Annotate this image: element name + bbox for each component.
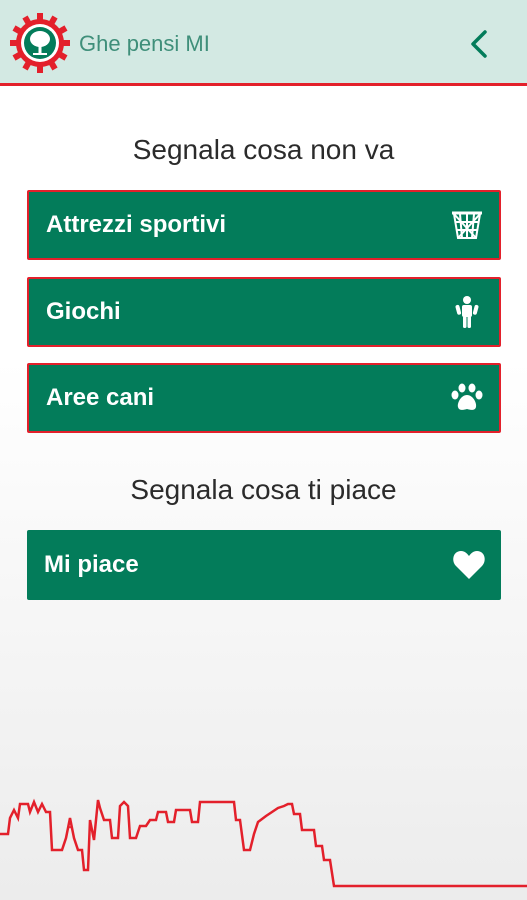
app-title: Ghe pensi MI bbox=[79, 31, 210, 56]
back-button[interactable] bbox=[458, 22, 500, 66]
app-bar: Ghe pensi MI bbox=[0, 0, 527, 86]
report-like-heading: Segnala cosa ti piace bbox=[130, 474, 397, 505]
button-label: Mi piace bbox=[44, 551, 139, 578]
basketball-hoop-icon bbox=[449, 207, 485, 243]
report-problem-heading: Segnala cosa non va bbox=[132, 134, 395, 165]
child-icon bbox=[449, 294, 485, 330]
chevron-left-icon bbox=[471, 30, 487, 58]
tree-logo-icon bbox=[10, 13, 70, 73]
aree-cani-button[interactable]: Aree cani bbox=[27, 363, 501, 433]
paw-icon bbox=[449, 380, 485, 416]
giochi-button[interactable]: Giochi bbox=[27, 277, 501, 347]
button-label: Aree cani bbox=[46, 384, 155, 411]
button-label: Giochi bbox=[46, 298, 121, 325]
button-label: Attrezzi sportivi bbox=[46, 211, 227, 238]
city-skyline-decoration bbox=[0, 798, 527, 888]
attrezzi-sportivi-button[interactable]: Attrezzi sportivi bbox=[27, 190, 501, 260]
mi-piace-button[interactable]: Mi piace bbox=[27, 530, 501, 600]
heart-icon bbox=[451, 547, 487, 583]
